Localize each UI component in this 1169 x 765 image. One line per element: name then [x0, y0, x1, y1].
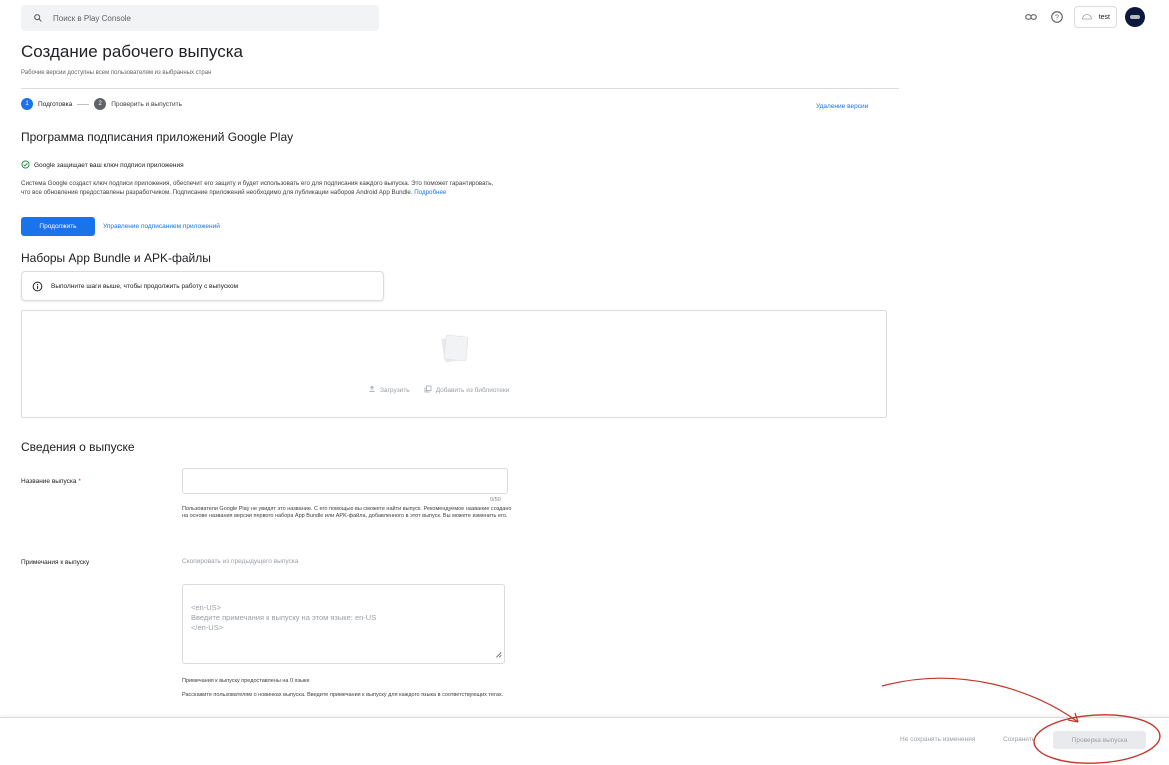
release-name-label: Название выпуска * — [21, 478, 81, 485]
release-notes-textarea[interactable]: <en-US> Введите примечания к выпуску на … — [182, 584, 505, 664]
release-info-title: Сведения о выпуске — [21, 440, 135, 454]
search-icon — [33, 13, 43, 23]
info-icon — [32, 281, 43, 292]
annotation-arrow — [881, 677, 1079, 723]
discard-changes-button[interactable]: Не сохранять изменения — [900, 736, 975, 743]
step-2-number: 2 — [94, 98, 107, 110]
stepper: 1 Подготовка 2 Проверить и выпустить — [21, 98, 182, 110]
name-char-counter: 0/50 — [490, 497, 501, 503]
page-subtitle: Рабочие версии доступны всем пользовател… — [21, 70, 212, 76]
release-name-label-text: Название выпуска — [21, 478, 77, 485]
release-name-input[interactable] — [182, 468, 508, 494]
link-icon[interactable] — [1022, 8, 1040, 26]
copy-previous-notes-link[interactable]: Скопировать из предыдущего выпуска — [182, 558, 298, 565]
signing-status: Google защищает ваш ключ подписи приложе… — [21, 160, 184, 171]
upload-actions: Загрузить Добавить из библиотеки — [368, 385, 509, 395]
step-1-label[interactable]: Подготовка — [38, 101, 72, 108]
release-notes-label: Примечания к выпуску — [21, 559, 90, 566]
footer-bar — [0, 717, 1169, 765]
check-circle-icon — [21, 160, 30, 171]
signing-section-title: Программа подписания приложений Google P… — [21, 130, 294, 144]
save-button[interactable]: Сохранить — [1003, 736, 1035, 743]
help-icon[interactable]: ? — [1048, 8, 1066, 26]
account-name: test — [1098, 13, 1110, 21]
search-input[interactable] — [51, 12, 355, 24]
upload-button[interactable]: Загрузить — [368, 385, 410, 395]
step-connector — [77, 103, 90, 105]
notes-helper: Расскажите пользователям о новинках выпу… — [182, 692, 504, 698]
page-title: Создание рабочего выпуска — [21, 42, 243, 61]
more-link[interactable]: Подробнее — [414, 189, 446, 196]
continue-button[interactable]: Продолжить — [21, 217, 95, 236]
resize-handle-icon[interactable] — [495, 641, 502, 661]
release-notes-placeholder: <en-US> Введите примечания к выпуску на … — [191, 603, 377, 632]
svg-text:?: ? — [1055, 15, 1059, 22]
notes-language-count: Примечания к выпуску предоставлены на 0 … — [182, 678, 310, 684]
delete-version-link[interactable]: Удаление версии — [816, 103, 868, 110]
manage-signing-link[interactable]: Управление подписанием приложений — [103, 223, 220, 230]
library-icon — [424, 385, 432, 395]
bundles-section-title: Наборы App Bundle и APK-файлы — [21, 251, 211, 265]
upload-label: Загрузить — [380, 386, 410, 394]
account-switcher[interactable]: test — [1073, 6, 1117, 28]
avatar[interactable] — [1125, 7, 1145, 27]
signing-status-text: Google защищает ваш ключ подписи приложе… — [34, 162, 184, 169]
review-release-button[interactable]: Проверка выпуска — [1053, 731, 1146, 749]
required-mark: * — [78, 478, 81, 485]
header-actions: ? test — [1022, 6, 1145, 28]
android-icon — [1081, 11, 1093, 23]
info-text: Выполните шаги выше, чтобы продолжить ра… — [51, 282, 239, 290]
search-bar[interactable] — [21, 5, 379, 31]
signing-description: Система Google создаст ключ подписи прил… — [21, 180, 501, 197]
release-name-helper: Пользователи Google Play не увидят это н… — [182, 506, 512, 519]
step-2-label[interactable]: Проверить и выпустить — [111, 101, 182, 108]
divider — [21, 88, 899, 89]
library-label: Добавить из библиотеки — [435, 386, 510, 394]
add-from-library-button[interactable]: Добавить из библиотеки — [424, 385, 510, 395]
step-1-number: 1 — [21, 98, 33, 110]
upload-icon — [368, 385, 376, 395]
info-banner: Выполните шаги выше, чтобы продолжить ра… — [21, 271, 384, 301]
files-illustration — [437, 331, 471, 365]
